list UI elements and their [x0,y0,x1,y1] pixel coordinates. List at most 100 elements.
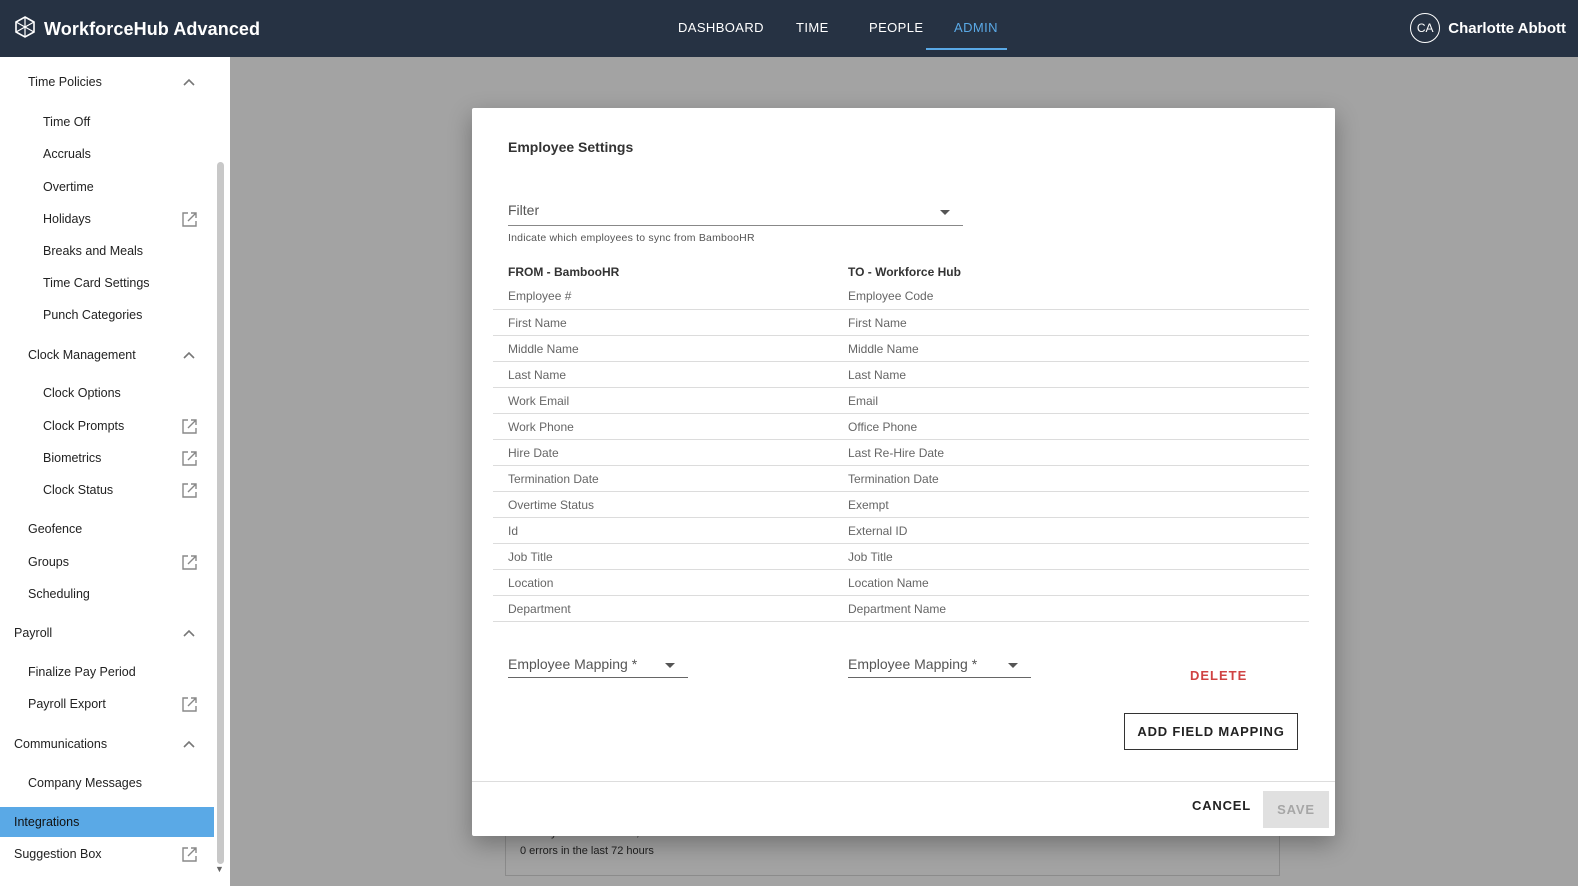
sidebar-item-communications[interactable]: Communications [0,729,214,759]
to-field: Email [848,394,879,408]
brand[interactable]: WorkforceHub Advanced [14,16,260,43]
sidebar-item-label: Clock Management [28,348,136,362]
sidebar-item-breaks-and-meals[interactable]: Breaks and Meals [0,236,214,266]
sidebar-item-label: Accruals [43,147,91,161]
table-row: Termination Date Termination Date [493,466,1309,492]
sidebar-item-label: Punch Categories [43,308,143,322]
sidebar-item-finalize-pay-period[interactable]: Finalize Pay Period [0,657,214,687]
sidebar-item-label: Biometrics [43,451,102,465]
nav-dashboard[interactable]: DASHBOARD [678,20,764,35]
sidebar-item-company-messages[interactable]: Company Messages [0,768,214,798]
external-link-icon[interactable] [180,210,198,228]
sidebar-item-geofence[interactable]: Geofence [0,514,214,544]
top-bar: WorkforceHub Advanced DASHBOARD TIME PEO… [0,0,1578,57]
sidebar-item-holidays[interactable]: Holidays [0,204,214,234]
dropdown-arrow-icon [665,663,675,668]
table-row: Hire Date Last Re-Hire Date [493,440,1309,466]
filter-helper-text: Indicate which employees to sync from Ba… [508,232,755,244]
chevron-up-icon[interactable] [180,73,198,91]
to-field: First Name [848,316,907,330]
from-column-header: FROM - BambooHR [508,265,620,279]
from-field: Id [508,524,519,538]
user-name[interactable]: Charlotte Abbott [1448,20,1566,37]
add-field-mapping-button[interactable]: ADD FIELD MAPPING [1124,713,1298,750]
to-field: Termination Date [848,472,939,486]
delete-mapping-button[interactable]: DELETE [1190,668,1247,683]
filter-select[interactable]: Filter [508,200,963,226]
table-row: Work Phone Office Phone [493,414,1309,440]
to-field: External ID [848,524,908,538]
external-link-icon[interactable] [180,845,198,863]
to-field: Last Name [848,368,907,382]
chevron-up-icon[interactable] [180,346,198,364]
from-field: First Name [508,316,567,330]
sidebar-item-label: Clock Status [43,483,114,497]
nav-people[interactable]: PEOPLE [869,20,923,35]
sidebar-item-time-policies[interactable]: Time Policies [0,67,214,97]
sidebar-item-payroll-export[interactable]: Payroll Export [0,689,214,719]
sidebar-item-label: Breaks and Meals [43,244,144,258]
from-field: Work Phone [508,420,574,434]
sidebar-item-suggestion-box[interactable]: Suggestion Box [0,839,214,869]
dropdown-arrow-icon [940,210,950,215]
sidebar-item-time-card-settings[interactable]: Time Card Settings [0,268,214,298]
sidebar-item-groups[interactable]: Groups [0,547,214,577]
dialog-divider [472,781,1335,782]
sidebar-item-clock-management[interactable]: Clock Management [0,340,214,370]
from-mapping-select[interactable]: Employee Mapping * [508,653,688,678]
nav-time[interactable]: TIME [796,20,829,35]
sidebar-item-scheduling[interactable]: Scheduling [0,579,214,609]
chevron-up-icon[interactable] [180,624,198,642]
nav-active-indicator [926,48,1007,50]
from-field: Hire Date [508,446,559,460]
sidebar-item-integrations[interactable]: Integrations [0,807,214,837]
external-link-icon[interactable] [180,481,198,499]
to-field: Exempt [848,498,889,512]
sidebar-item-overtime[interactable]: Overtime [0,172,214,202]
scroll-down-icon[interactable]: ▼ [215,864,224,874]
external-link-icon[interactable] [180,695,198,713]
external-link-icon[interactable] [180,553,198,571]
to-field: Last Re-Hire Date [848,446,945,460]
to-field: Middle Name [848,342,919,356]
external-link-icon[interactable] [180,417,198,435]
sidebar-item-label: Integrations [14,815,80,829]
avatar[interactable]: CA [1410,13,1441,43]
sidebar-item-label: Geofence [28,522,83,536]
app-title: WorkforceHub Advanced [44,19,261,39]
logo-icon [14,16,36,43]
sidebar-item-label: Overtime [43,180,94,194]
sidebar-item-punch-categories[interactable]: Punch Categories [0,300,214,330]
sidebar-item-label: Finalize Pay Period [28,665,136,679]
cancel-button[interactable]: CANCEL [1192,798,1251,813]
external-link-icon[interactable] [180,449,198,467]
sidebar-item-label: Suggestion Box [14,847,102,861]
sidebar-item-label: Company Messages [28,776,142,790]
sidebar-item-label: Time Policies [28,75,102,89]
to-mapping-select[interactable]: Employee Mapping * [848,653,1031,678]
sidebar-item-clock-prompts[interactable]: Clock Prompts [0,411,214,441]
table-row: Job Title Job Title [493,544,1309,570]
sidebar-item-clock-status[interactable]: Clock Status [0,475,214,505]
chevron-up-icon[interactable] [180,735,198,753]
from-field: Department [508,602,571,616]
from-field: Last Name [508,368,567,382]
save-button[interactable]: SAVE [1263,791,1329,828]
sidebar-item-biometrics[interactable]: Biometrics [0,443,214,473]
sidebar-item-accruals[interactable]: Accruals [0,139,214,169]
sidebar-item-time-off[interactable]: Time Off [0,107,214,137]
table-row: Work Email Email [493,388,1309,414]
dropdown-arrow-icon [1008,663,1018,668]
sidebar-item-label: Clock Options [43,386,121,400]
dialog-title: Employee Settings [508,139,634,155]
sidebar-item-clock-options[interactable]: Clock Options [0,378,214,408]
sidebar-item-label: Communications [14,737,108,751]
table-row: Location Location Name [493,570,1309,596]
nav-admin[interactable]: ADMIN [954,20,998,35]
sidebar-item-payroll[interactable]: Payroll [0,618,214,648]
user-menu[interactable]: CA Charlotte Abbott [1410,13,1566,43]
filter-label: Filter [508,202,540,218]
sidebar-scroll-thumb[interactable] [217,162,224,864]
sidebar: Time Policies Time Off Accruals Overtime Hol… [0,57,230,886]
table-row: Employee # Employee Code [493,283,1309,310]
